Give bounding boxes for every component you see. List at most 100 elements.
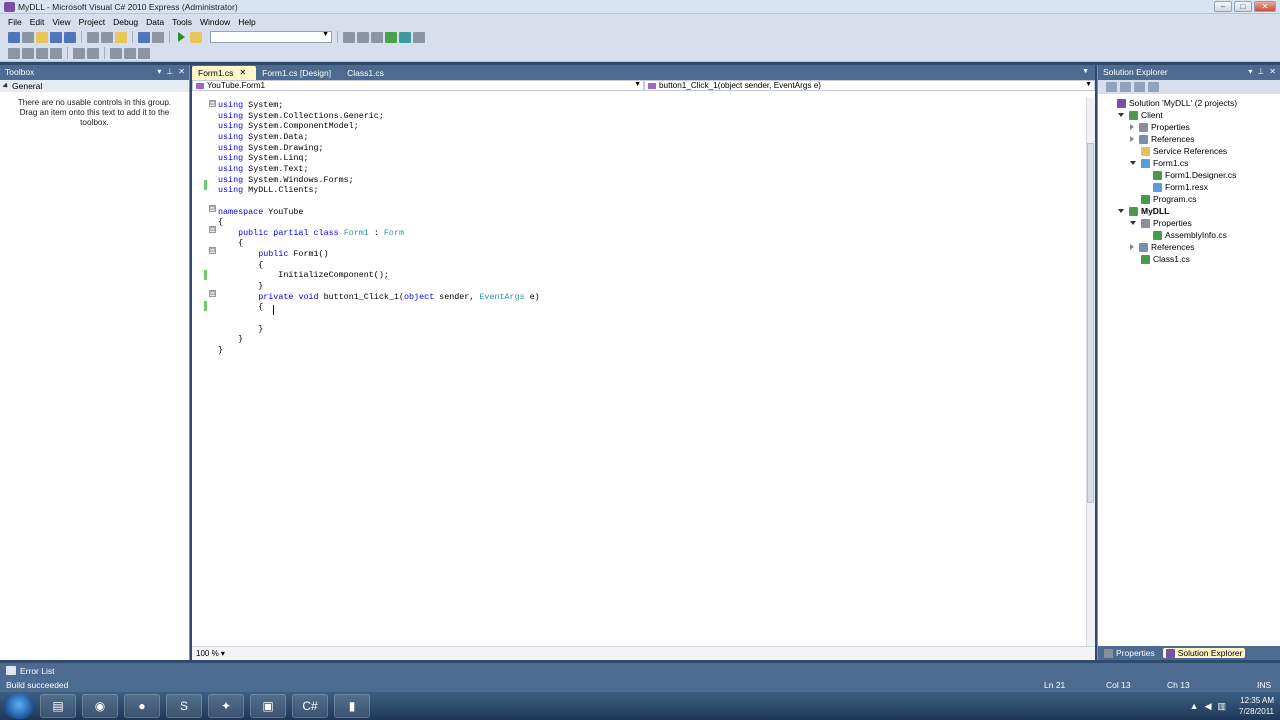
collapse-icon[interactable] [1118, 209, 1124, 213]
properties-icon[interactable] [1106, 82, 1117, 92]
extension-manager-icon[interactable] [399, 31, 411, 43]
find-combo[interactable]: ▼ [210, 31, 332, 43]
save-icon[interactable] [50, 31, 62, 43]
tree-node[interactable]: References [1130, 133, 1194, 145]
tree-node[interactable]: Form1.resx [1142, 181, 1208, 193]
tree-node[interactable]: Program.cs [1130, 193, 1196, 205]
menu-tools[interactable]: Tools [168, 17, 196, 27]
comment-out-icon[interactable] [110, 47, 122, 59]
new-project-icon[interactable] [8, 31, 20, 43]
window-position-icon[interactable]: ▾ [157, 67, 161, 76]
save-all-icon[interactable] [64, 31, 76, 43]
decrease-indent-icon[interactable] [73, 47, 85, 59]
tree-node[interactable]: Form1.cs [1130, 157, 1188, 169]
view-code-icon[interactable] [1148, 82, 1159, 92]
scrollbar-thumb[interactable] [1087, 143, 1094, 503]
pin-icon[interactable]: ⊥ [1257, 67, 1264, 76]
object-browser-icon[interactable] [371, 31, 383, 43]
menu-file[interactable]: File [4, 17, 26, 27]
start-debugging-icon[interactable] [178, 32, 185, 42]
aim-icon[interactable]: ✦ [208, 694, 244, 718]
display-quick-info-icon[interactable] [36, 47, 48, 59]
toolbox-group-general[interactable]: General [0, 80, 189, 92]
tree-node[interactable]: Solution 'MyDLL' (2 projects) [1106, 97, 1237, 109]
show-all-files-icon[interactable] [1120, 82, 1131, 92]
collapse-icon[interactable] [1130, 161, 1136, 165]
properties-window-icon[interactable] [357, 31, 369, 43]
complete-word-icon[interactable] [50, 47, 62, 59]
uncomment-icon[interactable] [124, 47, 136, 59]
toolbar-options-icon[interactable] [413, 31, 425, 43]
close-tab-icon[interactable]: ✕ [239, 68, 246, 77]
pin-icon[interactable]: ⊥ [166, 67, 173, 76]
fold-marker-icon[interactable]: ⊟ [209, 247, 216, 254]
redo-icon[interactable] [152, 31, 164, 43]
tree-node[interactable]: MyDLL [1118, 205, 1169, 217]
tab-form1-cs[interactable]: Form1.cs ✕ [192, 66, 257, 80]
add-item-icon[interactable] [22, 31, 34, 43]
vertical-scrollbar[interactable] [1086, 98, 1095, 646]
tree-node[interactable]: Properties [1130, 217, 1192, 229]
tab-form1-design[interactable]: Form1.cs [Design] [256, 66, 341, 80]
refresh-icon[interactable] [1134, 82, 1145, 92]
tab-dropdown-icon[interactable]: ▼ [1082, 68, 1089, 75]
tree-node[interactable]: Class1.cs [1130, 253, 1190, 265]
solution-explorer-icon[interactable] [343, 31, 355, 43]
collapse-icon[interactable] [1130, 221, 1136, 225]
minimize-button[interactable]: – [1214, 1, 1232, 12]
display-parameter-info-icon[interactable] [22, 47, 34, 59]
menu-project[interactable]: Project [75, 17, 109, 27]
tab-properties[interactable]: Properties [1104, 648, 1155, 658]
increase-indent-icon[interactable] [87, 47, 99, 59]
close-icon[interactable]: ✕ [178, 67, 185, 76]
tree-node[interactable]: Properties [1130, 121, 1190, 133]
window-position-icon[interactable]: ▾ [1248, 67, 1252, 76]
display-object-member-list-icon[interactable] [8, 47, 20, 59]
expand-icon[interactable] [1130, 136, 1134, 142]
error-list-tab[interactable]: Error List [0, 663, 1280, 678]
expand-icon[interactable] [1130, 124, 1134, 130]
fold-marker-icon[interactable]: ⊟ [209, 205, 216, 212]
paste-icon[interactable] [115, 31, 127, 43]
tab-class1-cs[interactable]: Class1.cs [341, 66, 394, 80]
chevron-down-icon[interactable]: ▾ [221, 649, 225, 658]
visual-studio-icon[interactable]: ▣ [250, 694, 286, 718]
visual-csharp-icon[interactable]: C# [292, 694, 328, 718]
member-combo[interactable]: button1_Click_1(object sender, EventArgs… [644, 80, 1095, 91]
collapse-icon[interactable] [1118, 113, 1124, 117]
app-icon[interactable]: ▮ [334, 694, 370, 718]
cut-icon[interactable] [87, 31, 99, 43]
open-file-icon[interactable] [36, 31, 48, 43]
tree-node[interactable]: Client [1118, 109, 1163, 121]
menu-view[interactable]: View [48, 17, 74, 27]
close-icon[interactable]: ✕ [1269, 67, 1276, 76]
maximize-button[interactable]: □ [1234, 1, 1252, 12]
start-button[interactable] [4, 693, 34, 719]
tree-node[interactable]: References [1130, 241, 1194, 253]
zoom-level[interactable]: 100 % [196, 649, 219, 658]
volume-icon[interactable]: ◀ [1205, 701, 1212, 712]
close-button[interactable]: ✕ [1254, 1, 1276, 12]
fold-marker-icon[interactable]: ⊟ [209, 226, 216, 233]
menu-data[interactable]: Data [142, 17, 168, 27]
toolbox-icon[interactable] [385, 31, 397, 43]
toolbar-options-icon[interactable] [138, 47, 150, 59]
menu-help[interactable]: Help [234, 17, 259, 27]
chrome-icon[interactable]: ◉ [82, 694, 118, 718]
menu-edit[interactable]: Edit [26, 17, 49, 27]
clock[interactable]: 12:35 AM 7/28/2011 [1239, 695, 1274, 717]
tree-node[interactable]: Service References [1130, 145, 1227, 157]
network-icon[interactable]: ▥ [1217, 701, 1226, 712]
expand-icon[interactable] [1130, 244, 1134, 250]
find-in-files-icon[interactable] [190, 31, 202, 43]
show-hidden-icons-icon[interactable]: ▲ [1190, 701, 1199, 712]
media-app-icon[interactable]: ● [124, 694, 160, 718]
fold-marker-icon[interactable]: ⊟ [209, 100, 216, 107]
menu-window[interactable]: Window [196, 17, 234, 27]
tree-node[interactable]: Form1.Designer.cs [1142, 169, 1236, 181]
undo-icon[interactable] [138, 31, 150, 43]
tab-solution-explorer[interactable]: Solution Explorer [1162, 648, 1246, 658]
code-editor[interactable]: using System; using System.Collections.Ge… [192, 98, 1086, 646]
copy-icon[interactable] [101, 31, 113, 43]
file-explorer-icon[interactable]: ▤ [40, 694, 76, 718]
